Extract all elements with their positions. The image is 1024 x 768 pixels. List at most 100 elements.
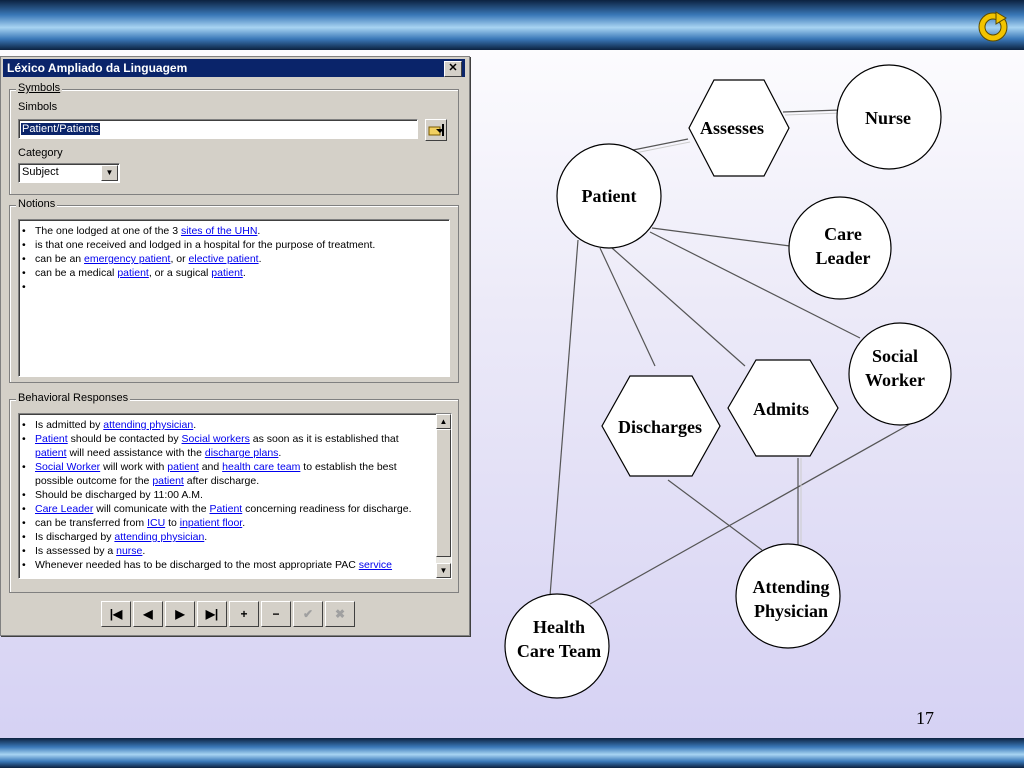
list-text: . [142,545,146,557]
term-link[interactable]: Social Worker [35,461,100,473]
list-item: can be a medical patient, or a sugical p… [22,266,445,280]
node-care-leader: Care Leader [788,196,892,300]
list-text: . [258,253,262,265]
term-link[interactable]: inpatient floor [180,517,242,529]
list-text: to [165,517,180,529]
confirm-button[interactable]: ✔ [293,601,323,627]
node-patient: Patient [556,143,662,249]
list-text: is that one received and lodged in a hos… [35,239,376,251]
term-link[interactable]: service [359,559,392,571]
notions-textbox[interactable]: The one lodged at one of the 3 sites of … [18,219,450,377]
term-link[interactable]: Social workers [182,433,250,445]
term-link[interactable]: patient [35,447,67,459]
list-text: will need assistance with the [66,447,205,459]
list-item: Care Leader will comunicate with the Pat… [22,502,431,516]
notions-group-label: Notions [16,198,58,210]
list-text: should be contacted by [67,433,182,445]
term-link[interactable]: patient [211,267,243,279]
behavioral-textbox[interactable]: Is admitted by attending physician.Patie… [18,413,452,579]
delete-record-button[interactable]: − [261,601,291,627]
chevron-down-icon[interactable]: ▼ [101,165,118,181]
node-nurse: Nurse [836,64,942,170]
behavioral-group-label: Behavioral Responses [16,392,131,404]
label-hct-1: Health [533,617,585,637]
first-record-button[interactable]: |◀ [101,601,131,627]
list-item: The one lodged at one of the 3 sites of … [22,224,445,238]
list-text: concerning readiness for discharge. [242,503,412,515]
label-attending-2: Physician [754,601,828,621]
simbols-label: Simbols [18,101,58,113]
bottom-banner [0,738,1024,768]
list-item: Is discharged by attending physician. [22,530,431,544]
term-link[interactable]: ICU [147,517,165,529]
term-link[interactable]: discharge plans [205,447,279,459]
page-number: 17 [916,708,934,728]
symbol-input[interactable]: Patient/Patients [18,119,418,139]
record-navigator: |◀ ◀ ▶ ▶| + − ✔ ✖ [101,601,357,627]
term-link[interactable]: patient [117,267,149,279]
lexicon-dialog: Léxico Ampliado da Linguagem ✕ Symbols S… [0,56,470,636]
term-link[interactable]: nurse [116,545,142,557]
list-text: Whenever needed has to be discharged to … [35,559,359,571]
scroll-up-icon[interactable]: ▲ [436,414,451,429]
term-link[interactable]: health care team [222,461,300,473]
term-link[interactable]: patient [152,475,184,487]
list-text: . [204,531,208,543]
list-text: Should be discharged by 11:00 A.M. [35,489,203,501]
vertical-scrollbar[interactable]: ▲ ▼ [436,414,451,578]
list-text: . [242,267,246,279]
list-text: will work with [100,461,168,473]
term-link[interactable]: attending physician [114,531,204,543]
return-arrow-icon[interactable] [976,10,1010,42]
list-text: Is discharged by [35,531,115,543]
term-link[interactable]: emergency patient [84,253,170,265]
list-text: The one lodged at one of the 3 [35,225,181,237]
category-value: Subject [22,166,59,178]
dialog-title: Léxico Ampliado da Linguagem [7,61,188,75]
list-item: Social Worker will work with patient and… [22,460,431,488]
cancel-button[interactable]: ✖ [325,601,355,627]
label-admits: Admits [753,399,809,419]
scroll-thumb[interactable] [436,429,451,557]
prev-record-button[interactable]: ◀ [133,601,163,627]
node-health-care-team: Health Care Team [504,593,610,699]
label-nurse: Nurse [865,108,911,128]
term-link[interactable]: sites of the UHN [181,225,257,237]
list-item: Should be discharged by 11:00 A.M. [22,488,431,502]
list-text: Is assessed by a [35,545,117,557]
node-social-worker: Social Worker [848,322,952,426]
folder-pointer-icon [428,124,444,136]
add-record-button[interactable]: + [229,601,259,627]
category-select[interactable]: Subject ▼ [18,163,120,183]
term-link[interactable]: attending physician [103,419,193,431]
list-text: . [193,419,197,431]
close-button[interactable]: ✕ [444,61,462,77]
node-assesses: Assesses [688,79,790,177]
list-item: Is admitted by attending physician. [22,418,431,432]
last-record-button[interactable]: ▶| [197,601,227,627]
node-discharges: Discharges [601,375,721,477]
list-text: , or a sugical [148,267,212,279]
label-social-worker-1: Social [872,346,918,366]
symbols-group-label: Symbols [16,82,63,94]
concept-diagram: Assesses Nurse Patient Care Leader Socia… [504,64,952,699]
list-item: can be an emergency patient, or elective… [22,252,445,266]
term-link[interactable]: Patient [210,503,243,515]
term-link[interactable]: Patient [35,433,68,445]
next-record-button[interactable]: ▶ [165,601,195,627]
node-admits: Admits [727,359,839,457]
term-link[interactable]: elective patient [189,253,259,265]
dialog-titlebar: Léxico Ampliado da Linguagem ✕ [3,59,465,77]
list-text: and [198,461,223,473]
list-text: . [242,517,246,529]
list-text: can be an [35,253,85,265]
browse-button[interactable] [425,119,447,141]
label-care-leader-1: Care [824,224,862,244]
scroll-down-icon[interactable]: ▼ [436,563,451,578]
list-text: after discharge. [183,475,260,487]
list-text: , or [170,253,189,265]
term-link[interactable]: Care Leader [35,503,93,515]
list-text: will comunicate with the [93,503,210,515]
list-text: can be a medical [35,267,118,279]
term-link[interactable]: patient [167,461,199,473]
